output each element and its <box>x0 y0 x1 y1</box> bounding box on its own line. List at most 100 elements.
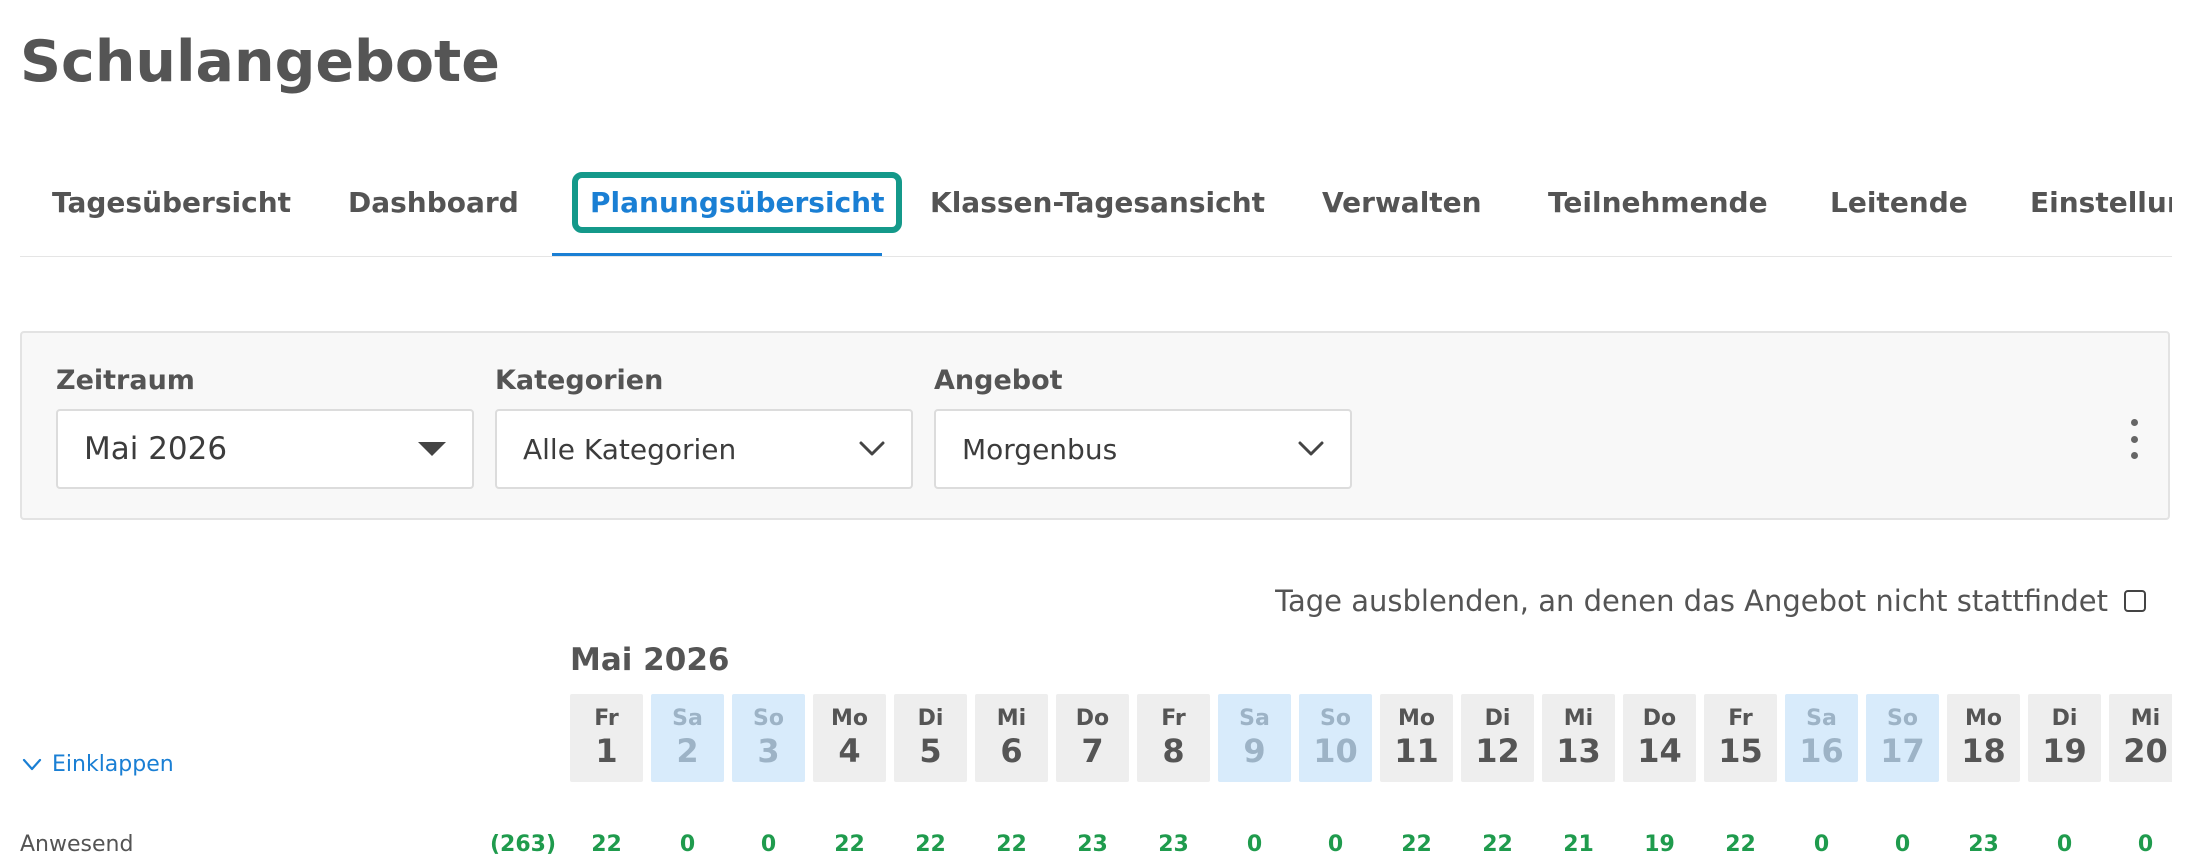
calendar-day[interactable]: Di 19 <box>2028 694 2101 782</box>
attendance-value: 22 <box>591 832 622 857</box>
calendar-day[interactable]: Di 5 <box>894 694 967 782</box>
angebot-label: Angebot <box>934 365 1063 396</box>
filter-kategorien: Kategorien Alle Kategorien <box>495 365 913 489</box>
attendance-value: 0 <box>760 832 777 857</box>
day-number: 20 <box>2123 732 2168 770</box>
day-number: 17 <box>1880 732 1925 770</box>
day-number: 4 <box>838 732 861 770</box>
day-weekday: Mo <box>1964 705 2002 731</box>
collapse-toggle[interactable]: Einklappen <box>22 752 174 777</box>
kebab-menu-icon[interactable] <box>2124 419 2144 459</box>
kategorien-select[interactable]: Alle Kategorien <box>495 409 913 489</box>
day-number: 9 <box>1243 732 1266 770</box>
day-number: 11 <box>1394 732 1439 770</box>
calendar-day[interactable]: Mo 18 <box>1947 694 2020 782</box>
filter-angebot: Angebot Morgenbus <box>934 365 1352 489</box>
day-number: 19 <box>2042 732 2087 770</box>
day-weekday: Mo <box>830 705 868 731</box>
day-weekday: Fr <box>1728 705 1753 731</box>
calendar-day[interactable]: Do 14 <box>1623 694 1696 782</box>
day-weekday: Sa <box>672 705 703 731</box>
day-number: 18 <box>1961 732 2006 770</box>
filter-zeitraum: Zeitraum Mai 2026 <box>56 365 474 489</box>
kategorien-value: Alle Kategorien <box>523 432 737 466</box>
zeitraum-label: Zeitraum <box>56 365 195 396</box>
attendance-value: 0 <box>679 832 696 857</box>
attendance-total: (263) <box>490 832 557 857</box>
day-weekday: So <box>753 705 784 731</box>
day-number: 15 <box>1718 732 1763 770</box>
day-number: 8 <box>1162 732 1185 770</box>
calendar-day[interactable]: Mi 13 <box>1542 694 1615 782</box>
day-weekday: Sa <box>1239 705 1270 731</box>
angebot-select[interactable]: Morgenbus <box>934 409 1352 489</box>
tab-label: Klassen-Tagesansicht <box>930 185 1266 219</box>
calendar-day[interactable]: Fr 15 <box>1704 694 1777 782</box>
chevron-down-icon <box>859 441 885 456</box>
attendance-value: 23 <box>1077 832 1108 857</box>
day-number: 16 <box>1799 732 1844 770</box>
chevron-down-icon <box>22 758 42 770</box>
attendance-value: 22 <box>834 832 865 857</box>
calendar-day[interactable]: Sa 2 <box>651 694 724 782</box>
calendar-day[interactable]: Mi 6 <box>975 694 1048 782</box>
calendar-day[interactable]: Mo 11 <box>1380 694 1453 782</box>
day-weekday: Mo <box>1397 705 1435 731</box>
attendance-value: 22 <box>1725 832 1756 857</box>
calendar-day[interactable]: Do 7 <box>1056 694 1129 782</box>
calendar-day[interactable]: Fr 1 <box>570 694 643 782</box>
day-number: 1 <box>595 732 618 770</box>
attendance-value: 0 <box>1894 832 1911 857</box>
day-weekday: Do <box>1642 705 1677 731</box>
collapse-label: Einklappen <box>52 752 174 777</box>
tab-label: Teilnehmende <box>1548 185 1768 219</box>
calendar-day[interactable]: So 3 <box>732 694 805 782</box>
attendance-values: 22 0 0 22 22 22 23 23 0 0 22 22 21 19 22 0 0 23 0 0 <box>570 832 2172 866</box>
day-number: 13 <box>1556 732 1601 770</box>
day-weekday: Di <box>2051 705 2078 731</box>
day-number: 14 <box>1637 732 1682 770</box>
tab-teilnehmende[interactable]: Teilnehmende <box>1548 152 1768 252</box>
day-number: 5 <box>919 732 942 770</box>
tab-verwalten[interactable]: Verwalten <box>1322 152 1482 252</box>
tab-einstellungen[interactable]: Einstellun <box>2030 152 2172 252</box>
calendar-day[interactable]: Fr 8 <box>1137 694 1210 782</box>
tab-leitende[interactable]: Leitende <box>1830 152 1968 252</box>
day-weekday: Mi <box>1563 705 1594 731</box>
day-number: 7 <box>1081 732 1104 770</box>
page-title: Schulangebote <box>20 29 500 95</box>
calendar-day[interactable]: Mi 20 <box>2109 694 2172 782</box>
attendance-value: 22 <box>1482 832 1513 857</box>
calendar-day[interactable]: Di 12 <box>1461 694 1534 782</box>
attendance-value: 0 <box>1327 832 1344 857</box>
attendance-value: 0 <box>2137 832 2154 857</box>
attendance-value: 0 <box>2056 832 2073 857</box>
chevron-down-icon <box>1298 441 1324 456</box>
tab-label: Planungsübersicht <box>572 171 903 233</box>
caret-down-solid-icon <box>418 442 446 456</box>
day-weekday: So <box>1887 705 1918 731</box>
tab-dashboard[interactable]: Dashboard <box>348 152 519 252</box>
tab-label: Verwalten <box>1322 185 1482 219</box>
day-number: 3 <box>757 732 780 770</box>
day-number: 6 <box>1000 732 1023 770</box>
attendance-value: 22 <box>915 832 946 857</box>
tab-tagesuebersicht[interactable]: Tagesübersicht <box>52 152 291 252</box>
attendance-value: 0 <box>1246 832 1263 857</box>
hide-days-checkbox[interactable] <box>2124 590 2146 612</box>
tab-overflow: Einstellun <box>2010 152 2172 252</box>
zeitraum-select[interactable]: Mai 2026 <box>56 409 474 489</box>
hide-days-label: Tage ausblenden, an denen das Angebot ni… <box>1275 584 2108 618</box>
tab-label: Tagesübersicht <box>52 185 292 219</box>
calendar-day[interactable]: So 17 <box>1866 694 1939 782</box>
tab-planungsuebersicht[interactable]: Planungsübersicht <box>572 152 903 252</box>
attendance-value: 23 <box>1158 832 1189 857</box>
calendar-day[interactable]: Sa 16 <box>1785 694 1858 782</box>
calendar-day[interactable]: So 10 <box>1299 694 1372 782</box>
calendar-day[interactable]: Sa 9 <box>1218 694 1291 782</box>
calendar-month-label: Mai 2026 <box>570 642 730 678</box>
calendar-day[interactable]: Mo 4 <box>813 694 886 782</box>
tab-klassen-tagesansicht[interactable]: Klassen-Tagesansicht <box>930 152 1265 252</box>
zeitraum-value: Mai 2026 <box>84 431 228 467</box>
kategorien-label: Kategorien <box>495 365 664 396</box>
